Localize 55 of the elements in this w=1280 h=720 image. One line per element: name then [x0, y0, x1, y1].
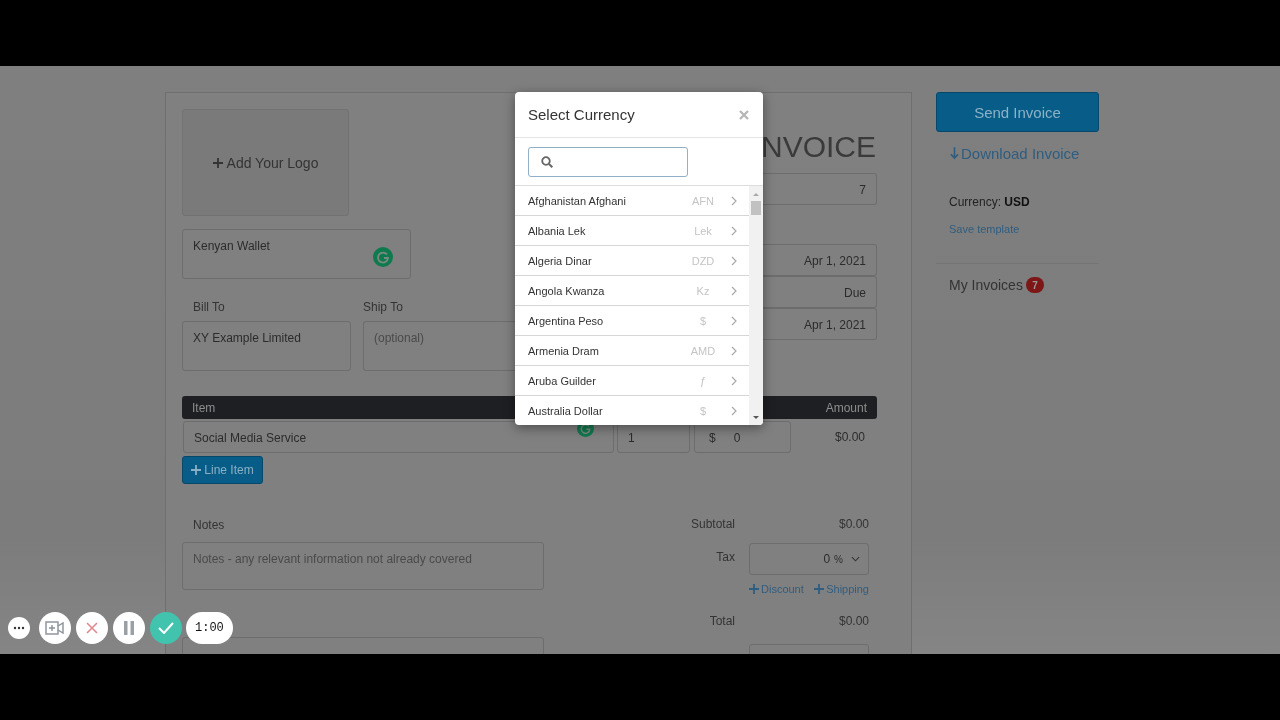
field-label: Ship To — [362, 300, 403, 314]
chevron-right-icon — [731, 315, 737, 326]
tax-label: Tax — [715, 550, 735, 565]
field-label: Bill To — [192, 300, 226, 314]
pause-button[interactable] — [113, 612, 145, 644]
plus-icon — [212, 157, 223, 168]
description-field[interactable]: Social Media Service — [183, 421, 614, 453]
pause-icon — [123, 621, 135, 635]
rate-value: 0 — [733, 431, 741, 443]
search-field[interactable] — [528, 147, 688, 177]
from-field[interactable]: Kenyan Wallet — [182, 229, 411, 279]
tax-select[interactable]: 0 % — [749, 543, 869, 576]
total-value: $0.00 — [837, 613, 869, 628]
plus-icon — [191, 465, 202, 475]
rate-field[interactable]: $ 0 — [694, 421, 791, 453]
total-label: Total — [708, 613, 735, 628]
chevron-down-icon — [851, 556, 860, 563]
currency-symbol: $ — [709, 431, 716, 443]
checkmark-icon — [158, 622, 174, 634]
chevron-right-icon — [731, 345, 737, 356]
close-icon — [86, 622, 98, 634]
notes-label: Notes — [192, 518, 226, 532]
add-logo-button[interactable]: Add Your Logo — [182, 109, 349, 216]
column-header: Item — [192, 400, 216, 415]
close-icon[interactable] — [739, 109, 749, 120]
chevron-right-icon — [731, 225, 737, 236]
invoice-title: NVOICE — [761, 129, 877, 165]
done-button[interactable] — [150, 612, 182, 644]
cancel-button[interactable] — [76, 612, 108, 644]
plus-icon — [749, 584, 759, 595]
send-invoice-button[interactable]: Send Invoice — [936, 92, 1099, 132]
my-invoices-link[interactable]: My Invoices — [949, 277, 1023, 293]
more-button[interactable] — [8, 617, 30, 639]
camera-button[interactable] — [39, 612, 71, 644]
column-header: Amount — [825, 400, 867, 415]
chevron-right-icon — [731, 405, 737, 416]
chevron-right-icon — [731, 255, 737, 266]
line-amount: $0.00 — [833, 430, 866, 444]
add-line-item-button[interactable]: Line Item — [182, 456, 263, 484]
more-icon — [13, 626, 25, 630]
chevron-right-icon — [731, 285, 737, 296]
subtotal-label: Subtotal — [689, 517, 735, 532]
search-icon — [541, 156, 553, 168]
subtotal-value: $0.00 — [837, 517, 869, 532]
count-badge: 7 — [1025, 277, 1044, 293]
chevron-right-icon — [731, 375, 737, 386]
download-arrow-icon — [950, 147, 959, 160]
currency-text: Currency: USD — [948, 195, 1031, 209]
plus-icon — [814, 584, 825, 595]
video-camera-icon — [45, 620, 65, 636]
timer: 1:00 — [186, 612, 233, 644]
bill-to-field[interactable]: XY Example Limited — [182, 321, 351, 371]
scrollbar[interactable] — [749, 186, 763, 425]
dialog-title: Select Currency — [528, 106, 635, 123]
chevron-right-icon — [731, 195, 737, 206]
